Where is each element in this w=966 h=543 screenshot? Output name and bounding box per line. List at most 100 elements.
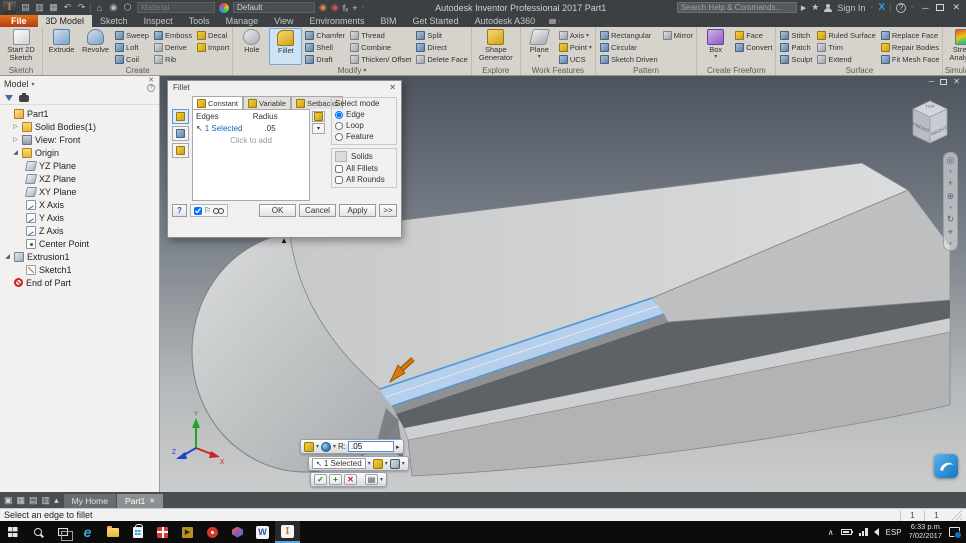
action-center-icon[interactable] (949, 527, 960, 537)
plane-button[interactable]: Plane ▾ (523, 28, 556, 65)
derive-button[interactable]: Derive (154, 41, 192, 53)
dialog-expand-arrow[interactable]: ▲ (280, 236, 288, 245)
file-explorer-button[interactable] (100, 521, 125, 543)
dialog-title-bar[interactable]: Fillet ✕ (168, 81, 401, 94)
browser-help-icon[interactable]: ? (147, 84, 155, 92)
point-button[interactable]: Point▾ (559, 41, 592, 53)
zoom-icon[interactable]: ⊕ (947, 192, 955, 201)
loft-button[interactable]: Loft (115, 41, 149, 53)
import-button[interactable]: Import (197, 41, 229, 53)
face-fillet-type-button[interactable] (172, 126, 189, 141)
hole-button[interactable]: Hole (235, 28, 268, 65)
apply-button[interactable]: Apply (339, 204, 376, 217)
ribbon-group-label-pattern[interactable]: Pattern (596, 65, 696, 75)
freeform-convert-button[interactable]: Convert (735, 41, 772, 53)
chevron-down-icon[interactable]: ▾ (870, 4, 873, 11)
exchange-apps-icon[interactable]: X (878, 2, 885, 13)
tree-item-solid-bodies[interactable]: ▷Solid Bodies(1) (0, 120, 159, 133)
task-view-button[interactable] (50, 521, 75, 543)
parameters-fx-icon[interactable]: fₓ (343, 3, 348, 13)
replace-face-button[interactable]: Replace Face (881, 29, 940, 41)
chevron-down-icon[interactable]: ▾ (368, 460, 371, 467)
circular-pattern-button[interactable]: Circular (600, 41, 658, 53)
split-button[interactable]: Split (416, 29, 467, 41)
close-button[interactable]: ✕ (949, 2, 963, 13)
tab-environments[interactable]: Environments (302, 15, 373, 27)
render-icon[interactable]: ◉ (108, 2, 119, 13)
chevron-down-icon[interactable]: ▾ (385, 460, 388, 467)
tree-item-end-of-part[interactable]: End of Part (0, 276, 159, 289)
apply-plus-button[interactable]: + (329, 474, 342, 485)
look-at-icon[interactable]: ⌖ (948, 228, 953, 237)
store-button[interactable] (125, 521, 150, 543)
tree-item-part1[interactable]: Part1 (0, 107, 159, 120)
adjust-appearance-icon[interactable]: ◉ (319, 2, 327, 13)
more-options-button[interactable]: >> (379, 204, 397, 217)
tab-bim[interactable]: BIM (373, 15, 405, 27)
select-mode-orb-icon[interactable] (321, 442, 331, 452)
redo-icon[interactable]: ↷ (76, 2, 87, 13)
axis-button[interactable]: Axis▾ (559, 29, 592, 41)
send-icon[interactable]: ▶ (801, 4, 806, 12)
a360-helper-icon[interactable] (934, 454, 958, 478)
rib-button[interactable]: Rib (154, 53, 192, 65)
extend-button[interactable]: Extend (817, 53, 876, 65)
ribbon-group-label-modify[interactable]: Modify▾ (233, 65, 471, 75)
trim-button[interactable]: Trim (817, 41, 876, 53)
radio-edge-input[interactable] (335, 111, 343, 119)
undo-icon[interactable]: ↶ (62, 2, 73, 13)
open-file-icon[interactable]: ▥ (34, 2, 45, 13)
tree-item-yz-plane[interactable]: YZ Plane (0, 159, 159, 172)
tab-sketch[interactable]: Sketch (92, 15, 136, 27)
ribbon-group-label-create[interactable]: Create (43, 65, 232, 75)
expand-icon[interactable]: ▷ (12, 136, 19, 143)
ribbon-group-label-create-freeform[interactable]: Create Freeform (697, 65, 775, 75)
sweep-button[interactable]: Sweep (115, 29, 149, 41)
media-app-button[interactable]: ▶ (175, 521, 200, 543)
click-to-add-hint[interactable]: Click to add (196, 136, 306, 145)
browser-menu-icon[interactable]: ▾ (32, 81, 35, 88)
ok-button[interactable]: OK (259, 204, 296, 217)
clear-appearance-icon[interactable]: ◉ (331, 2, 339, 13)
chevron-down-icon[interactable]: ▾ (402, 460, 405, 467)
decal-button[interactable]: Decal (197, 29, 229, 41)
inventor-taskbar-button[interactable]: I (275, 521, 300, 543)
stress-analysis-button[interactable]: Stress Analysis (945, 28, 966, 65)
tab-part1[interactable]: Part1 ✕ (117, 494, 163, 508)
save-icon[interactable]: ▦ (48, 2, 59, 13)
fit-mesh-face-button[interactable]: Fit Mesh Face (881, 53, 940, 65)
select-set-button[interactable] (312, 111, 325, 122)
cancel-x-button[interactable]: ✕ (344, 474, 357, 485)
fillet-button-active[interactable]: Fillet (269, 28, 302, 65)
edge-row[interactable]: ↖ 1 Selected .05 (196, 124, 306, 133)
mirror-button[interactable]: Mirror (663, 29, 694, 41)
sketch-driven-button[interactable]: Sketch Driven (600, 53, 658, 65)
tree-item-view-front[interactable]: ▷View: Front (0, 133, 159, 146)
chamfer-button[interactable]: Chamfer (305, 29, 345, 41)
revolve-button[interactable]: Revolve (79, 28, 112, 65)
tree-item-y-axis[interactable]: Y Axis (0, 211, 159, 224)
chevron-down-icon[interactable]: ▾ (911, 4, 914, 11)
screencast-icon[interactable]: ▾ (543, 15, 561, 27)
sign-in-link[interactable]: Sign In (837, 3, 865, 13)
expand-icon[interactable]: ◢ (4, 253, 11, 260)
thread-button[interactable]: Thread (350, 29, 411, 41)
tree-item-xy-plane[interactable]: XY Plane (0, 185, 159, 198)
tree-item-origin[interactable]: ◢Origin (0, 146, 159, 159)
close-tab-icon[interactable]: ✕ (149, 497, 155, 505)
freeform-box-button[interactable]: Box ▾ (699, 28, 732, 65)
color-wheel-icon[interactable] (219, 3, 229, 13)
tab-view[interactable]: View (266, 15, 301, 27)
filter-icon[interactable] (5, 95, 13, 101)
start-button[interactable] (0, 521, 25, 543)
preview-checkbox[interactable] (194, 207, 202, 215)
polygon-app-button[interactable] (225, 521, 250, 543)
tab-autodesk-a360[interactable]: Autodesk A360 (467, 15, 544, 27)
stitch-button[interactable]: Stitch (780, 29, 812, 41)
chevron-down-icon[interactable]: ▾ (380, 476, 383, 483)
tile-windows-icon[interactable]: ▦ (17, 495, 26, 506)
dialog-help-button[interactable]: ? (172, 204, 187, 217)
tab-inspect[interactable]: Inspect (136, 15, 181, 27)
emboss-button[interactable]: Emboss (154, 29, 192, 41)
edge-selection-link[interactable]: 1 Selected (205, 124, 243, 133)
